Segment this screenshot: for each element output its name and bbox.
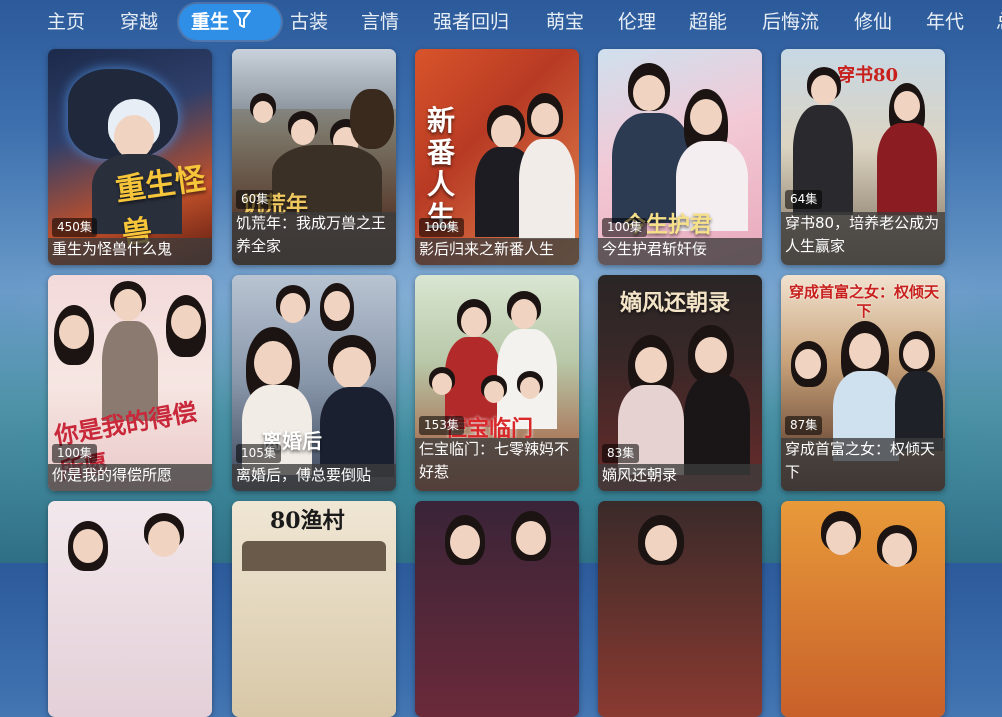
drama-title: 你是我的得偿所愿 — [48, 464, 212, 491]
drama-title: 穿成首富之女：权倾天下 — [781, 438, 945, 491]
tab-romance[interactable]: 言情 — [361, 4, 399, 40]
tab-superpower[interactable]: 超能 — [689, 4, 727, 40]
episode-count: 83集 — [602, 444, 640, 463]
drama-card[interactable] — [415, 501, 579, 717]
drama-card[interactable]: 嫡风还朝录 83集 嫡风还朝录 — [598, 275, 762, 491]
poster-art-text: 穿书80 — [837, 65, 899, 86]
drama-card[interactable]: 新番人生 100集 影后归来之新番人生 — [415, 49, 579, 265]
episode-count: 153集 — [419, 416, 464, 435]
tab-strong-return[interactable]: 强者回归 — [433, 4, 509, 40]
poster-image — [781, 501, 945, 717]
drama-title: 饥荒年：我成万兽之王养全家 — [232, 212, 396, 265]
poster-image — [598, 501, 762, 717]
tab-home[interactable]: 主页 — [47, 4, 85, 40]
category-nav: 主页 穿越 重生 古装 言情 强者回归 萌宝 伦理 超能 后悔流 修仙 年代 总 — [0, 0, 1002, 46]
drama-title: 嫡风还朝录 — [598, 464, 762, 491]
poster-image: 80渔村 — [232, 501, 396, 717]
drama-card[interactable]: 你是我的得偿所愿 100集 你是我的得偿所愿 — [48, 275, 212, 491]
tab-era[interactable]: 年代 — [926, 4, 964, 40]
episode-count: 100集 — [602, 218, 647, 237]
drama-title: 穿书80，培养老公成为人生赢家 — [781, 212, 945, 265]
tab-cute-baby[interactable]: 萌宝 — [546, 4, 584, 40]
tab-ethics[interactable]: 伦理 — [618, 4, 656, 40]
episode-count: 87集 — [785, 416, 823, 435]
drama-title: 离婚后，傅总要倒贴 — [232, 464, 396, 491]
drama-card[interactable]: 今生护君 100集 今生护君斩奸佞 — [598, 49, 762, 265]
tab-rebirth[interactable]: 重生 — [179, 4, 281, 40]
tab-rebirth-label: 重生 — [191, 11, 230, 33]
episode-count: 105集 — [236, 444, 281, 463]
tab-regret[interactable]: 后悔流 — [762, 4, 819, 40]
poster-art-text: 新番人生 — [427, 104, 456, 233]
episode-count: 64集 — [785, 190, 823, 209]
drama-card[interactable]: 重生怪兽 450集 重生为怪兽什么鬼 — [48, 49, 212, 265]
drama-title: 影后归来之新番人生 — [415, 238, 579, 265]
drama-card[interactable]: 仨宝临门 153集 仨宝临门：七零辣妈不好惹 — [415, 275, 579, 491]
poster-art-text: 嫡风还朝录 — [620, 290, 731, 316]
poster-image — [415, 501, 579, 717]
filter-icon[interactable] — [233, 5, 252, 41]
tab-costume[interactable]: 古装 — [290, 4, 328, 40]
poster-art-text: 穿成首富之女：权倾天下 — [789, 283, 940, 320]
drama-card[interactable]: 饥荒年 60集 饥荒年：我成万兽之王养全家 — [232, 49, 396, 265]
tab-time-travel[interactable]: 穿越 — [120, 4, 158, 40]
drama-card[interactable] — [48, 501, 212, 717]
drama-card[interactable]: 穿成首富之女：权倾天下 87集 穿成首富之女：权倾天下 — [781, 275, 945, 491]
poster-art-text: 80渔村 — [270, 508, 345, 534]
episode-count: 100集 — [419, 218, 464, 237]
drama-title: 今生护君斩奸佞 — [598, 238, 762, 265]
tab-cultivation[interactable]: 修仙 — [854, 4, 892, 40]
drama-title: 仨宝临门：七零辣妈不好惹 — [415, 438, 579, 491]
drama-card[interactable] — [598, 501, 762, 717]
drama-card[interactable]: 穿书80 64集 穿书80，培养老公成为人生赢家 — [781, 49, 945, 265]
episode-count: 450集 — [52, 218, 97, 237]
episode-count: 60集 — [236, 190, 274, 209]
tab-more[interactable]: 总 — [996, 4, 1002, 40]
drama-title: 重生为怪兽什么鬼 — [48, 238, 212, 265]
drama-card[interactable]: 80渔村 — [232, 501, 396, 717]
drama-card[interactable] — [781, 501, 945, 717]
poster-image — [48, 501, 212, 717]
episode-count: 100集 — [52, 444, 97, 463]
drama-card[interactable]: 离婚后 105集 离婚后，傅总要倒贴 — [232, 275, 396, 491]
